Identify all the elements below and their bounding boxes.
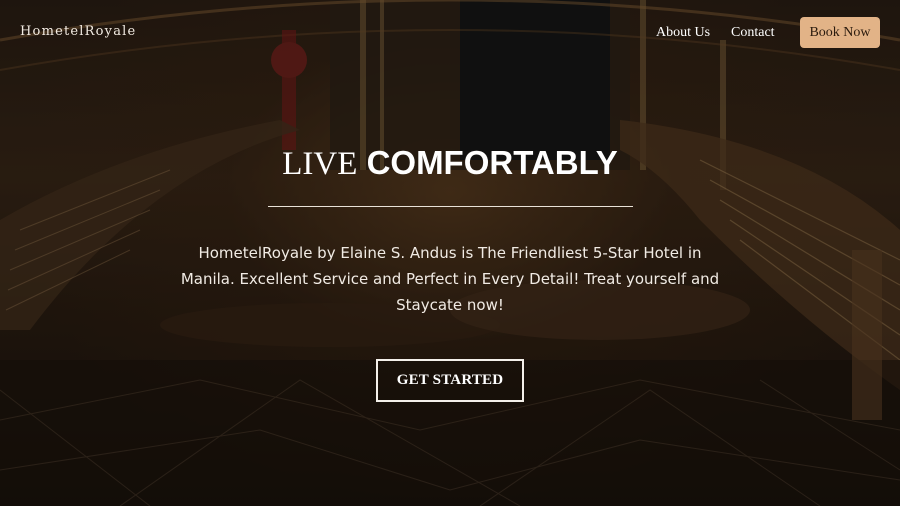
navbar: HometelRoyale About Us Contact Book Now: [0, 0, 900, 64]
brand-logo[interactable]: HometelRoyale: [20, 24, 136, 39]
nav-contact[interactable]: Contact: [731, 25, 775, 41]
hero-title-comfortably: COMFORTABLY: [366, 144, 618, 181]
get-started-button[interactable]: GET STARTED: [376, 359, 524, 402]
hero-title-live: LIVE: [282, 146, 358, 182]
hero-description: HometelRoyale by Elaine S. Andus is The …: [180, 244, 720, 314]
hero-title: LIVE COMFORTABLY: [0, 143, 900, 184]
nav-about-us[interactable]: About Us: [656, 25, 710, 41]
title-divider: [268, 206, 633, 207]
book-now-button[interactable]: Book Now: [800, 17, 880, 48]
